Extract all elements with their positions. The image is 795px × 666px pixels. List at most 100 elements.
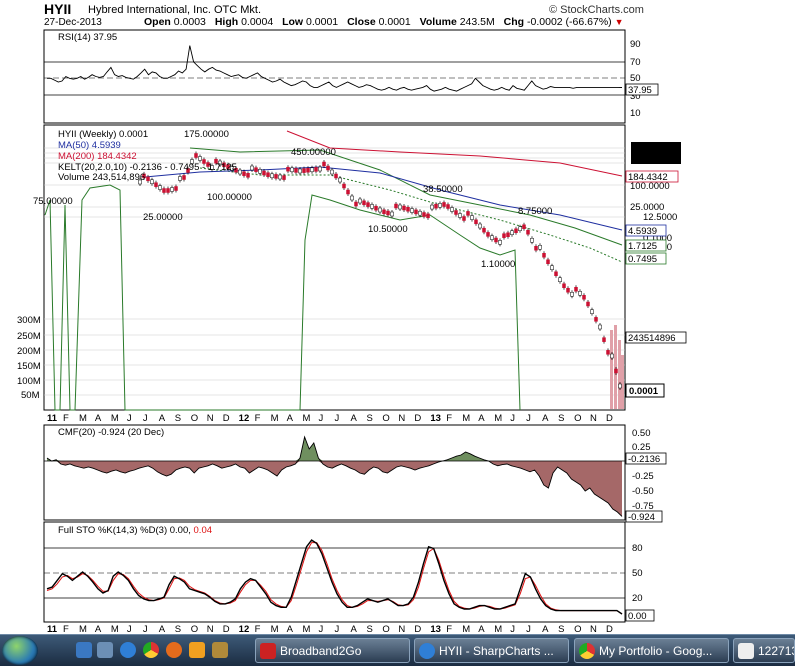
x-axis-label: A bbox=[159, 413, 166, 424]
candle-body bbox=[374, 205, 378, 211]
candle-body bbox=[610, 353, 614, 359]
candle-body bbox=[266, 172, 270, 177]
sto-x-axis: 11 F M A M J J A S O N D 12 F M A M J J A S O N D 13 F M A M J J A S O N D bbox=[47, 624, 613, 634]
x-axis-label: M bbox=[111, 413, 119, 424]
candle-body bbox=[470, 215, 474, 220]
show-desktop-icon[interactable] bbox=[76, 642, 92, 658]
x-axis-label: A bbox=[95, 413, 102, 424]
candle-body bbox=[510, 230, 514, 235]
vol-axis-100m: 100M bbox=[17, 376, 41, 387]
x-axis-label: J bbox=[526, 624, 531, 634]
x-axis-label: J bbox=[143, 624, 148, 634]
candle-body bbox=[586, 301, 590, 307]
vol-axis-200m: 200M bbox=[17, 346, 41, 357]
candle-body bbox=[446, 204, 450, 209]
candle-body bbox=[242, 171, 246, 176]
rsi-frame bbox=[43, 29, 626, 124]
candle-body bbox=[294, 168, 298, 173]
annotation-1-1: 1.10000 bbox=[481, 259, 515, 270]
candle-body bbox=[514, 228, 518, 233]
candle-body bbox=[606, 350, 610, 355]
candle-body bbox=[534, 246, 538, 251]
x-axis-label: M bbox=[79, 413, 87, 424]
broadband-app-icon bbox=[260, 643, 276, 659]
x-axis-label: N bbox=[398, 624, 405, 634]
x-axis-label: M bbox=[111, 624, 119, 634]
candle-body bbox=[570, 292, 574, 297]
sto-axis-80: 80 bbox=[632, 543, 643, 554]
media-quicklaunch-icon[interactable] bbox=[189, 642, 205, 658]
x-axis-label: M bbox=[494, 413, 502, 424]
sto-label-d: 0.04 bbox=[194, 525, 213, 536]
candle-body bbox=[174, 186, 178, 191]
x-axis-label: F bbox=[255, 624, 261, 634]
x-axis-label: 12 bbox=[239, 413, 250, 424]
sto-axis-20: 20 bbox=[632, 593, 643, 604]
annotation-75: 75.00000 bbox=[33, 196, 73, 207]
x-axis-label: F bbox=[446, 413, 452, 424]
x-axis-label: A bbox=[287, 624, 294, 634]
x-axis-label: N bbox=[590, 413, 597, 424]
chrome-quicklaunch-icon[interactable] bbox=[143, 642, 159, 658]
x-axis-label: J bbox=[510, 624, 515, 634]
candle-body bbox=[350, 195, 354, 201]
folder-quicklaunch-icon[interactable] bbox=[212, 642, 228, 658]
candle-body bbox=[578, 291, 582, 296]
taskbar-item-my-portfolio[interactable]: My Portfolio - Goog... bbox=[574, 638, 729, 663]
candle-body bbox=[198, 156, 202, 161]
x-axis-label: D bbox=[606, 624, 613, 634]
candle-body bbox=[422, 212, 426, 217]
x-axis-label: A bbox=[350, 624, 357, 634]
switch-windows-icon[interactable] bbox=[97, 642, 113, 658]
annotation-100: 100.00000 bbox=[207, 192, 252, 203]
x-axis-label: A bbox=[542, 624, 549, 634]
x-axis-label: M bbox=[271, 413, 279, 424]
volume-badge: 243514896 bbox=[628, 333, 676, 344]
x-axis-label: S bbox=[558, 624, 564, 634]
candle-body bbox=[522, 224, 526, 229]
taskbar-item-label: 122713 bbox=[758, 644, 795, 658]
volume-bar bbox=[621, 355, 624, 409]
annotation-450: 450.00000 bbox=[291, 147, 336, 158]
x-axis-label: M bbox=[303, 413, 311, 424]
sto-axis-50: 50 bbox=[632, 568, 643, 579]
candle-body bbox=[314, 167, 318, 172]
firefox-quicklaunch-icon[interactable] bbox=[166, 642, 182, 658]
candle-body bbox=[238, 169, 242, 175]
taskbar-item-broadband2go[interactable]: Broadband2Go bbox=[255, 638, 410, 663]
taskbar-item-label: Broadband2Go bbox=[280, 644, 362, 658]
taskbar-item-122713[interactable]: 122713 bbox=[733, 638, 795, 663]
x-axis-label: A bbox=[287, 413, 294, 424]
x-axis-label: A bbox=[478, 413, 485, 424]
candle-body bbox=[550, 265, 554, 270]
ie-quicklaunch-icon[interactable] bbox=[120, 642, 136, 658]
ma50-badge: 4.5939 bbox=[628, 226, 657, 237]
x-axis-label: S bbox=[366, 624, 372, 634]
cmf-current-badge: -0.924 bbox=[628, 512, 655, 523]
taskbar-item-label: HYII - SharpCharts ... bbox=[439, 644, 554, 658]
sto-panel: Full STO %K(14,3) %D(3) 0.00, 0.04 80 50… bbox=[43, 521, 655, 623]
vol-axis-50m: 50M bbox=[21, 390, 40, 401]
candle-body bbox=[490, 235, 494, 240]
candle-body bbox=[394, 203, 398, 209]
x-axis-label: S bbox=[558, 413, 564, 424]
cmf-axis-neg-0-50: -0.50 bbox=[632, 486, 654, 497]
candle-body bbox=[498, 240, 502, 245]
close-badge: 0.0001 bbox=[629, 386, 659, 397]
x-axis-label: A bbox=[95, 624, 102, 634]
candle-body bbox=[154, 182, 158, 187]
candle-body bbox=[286, 166, 290, 172]
rsi-axis-10: 10 bbox=[630, 108, 641, 119]
ma200-legend: MA(200) 184.4342 bbox=[58, 151, 137, 162]
x-axis-label: O bbox=[574, 624, 581, 634]
x-axis-label: F bbox=[63, 624, 69, 634]
x-axis-label: J bbox=[335, 624, 340, 634]
sto-label-text: Full STO %K(14,3) %D(3) 0.00, bbox=[58, 525, 191, 536]
vol-axis-250m: 250M bbox=[17, 331, 41, 342]
x-axis-label: J bbox=[319, 413, 324, 424]
taskbar-item-sharpcharts[interactable]: HYII - SharpCharts ... bbox=[414, 638, 569, 663]
candle-body bbox=[546, 259, 550, 264]
x-axis-label: M bbox=[303, 624, 311, 634]
start-button[interactable] bbox=[2, 636, 38, 665]
ma50-legend: MA(50) 4.5939 bbox=[58, 140, 121, 151]
